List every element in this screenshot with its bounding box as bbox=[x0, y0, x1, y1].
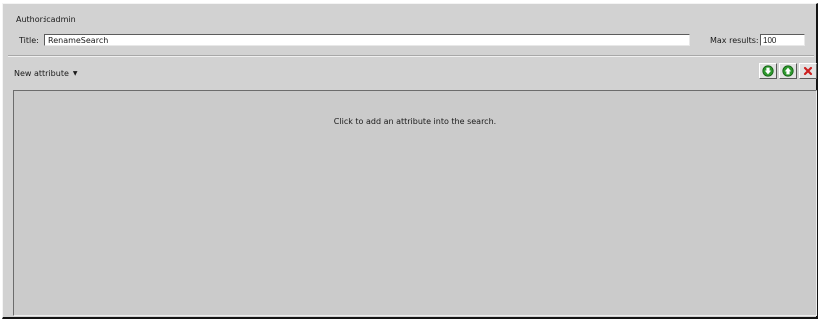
author-value: icadmin bbox=[44, 14, 76, 24]
search-editor-panel: Author: icadmin Title: Max results: New … bbox=[2, 3, 818, 319]
move-down-button[interactable] bbox=[759, 63, 777, 79]
attribute-workspace[interactable]: Click to add an attribute into the searc… bbox=[13, 90, 817, 316]
author-label: Author: bbox=[16, 14, 46, 24]
new-attribute-label: New attribute bbox=[14, 68, 69, 78]
chevron-down-icon: ▼ bbox=[72, 69, 78, 77]
empty-hint: Click to add an attribute into the searc… bbox=[333, 117, 497, 126]
new-attribute-dropdown[interactable]: New attribute ▼ bbox=[11, 66, 81, 80]
author-row: Author: icadmin bbox=[16, 12, 76, 26]
max-results-input[interactable] bbox=[760, 34, 805, 46]
delete-button[interactable] bbox=[799, 63, 817, 79]
move-up-icon bbox=[782, 65, 794, 77]
title-row: Title: Max results: bbox=[16, 32, 814, 48]
title-input[interactable] bbox=[44, 34, 690, 46]
max-results-label: Max results: bbox=[710, 35, 759, 45]
move-up-button[interactable] bbox=[779, 63, 797, 79]
toolbar-buttons bbox=[757, 63, 817, 79]
header-divider bbox=[8, 55, 814, 57]
delete-icon bbox=[803, 66, 813, 76]
title-label: Title: bbox=[19, 35, 39, 45]
move-down-icon bbox=[762, 65, 774, 77]
toolbar: New attribute ▼ bbox=[11, 63, 817, 81]
